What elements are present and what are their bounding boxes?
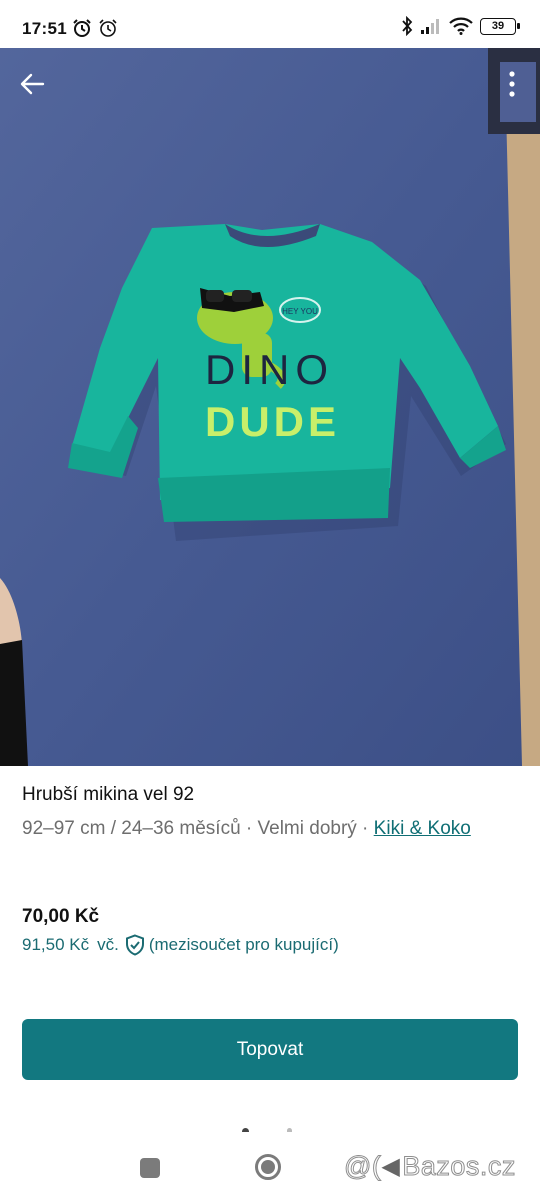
- item-title: Hrubší mikina vel 92: [22, 784, 195, 805]
- system-nav-bar: @( ◀ Bazos.cz: [0, 1140, 540, 1200]
- more-options-button[interactable]: [502, 64, 522, 104]
- back-triangle-icon[interactable]: ◀: [381, 1152, 400, 1181]
- item-size-condition: 92–97 cm / 24–36 měsíců · Velmi dobrý ·: [22, 818, 374, 839]
- status-time: 17:51: [22, 19, 67, 38]
- print-bubble-text: HEY YOU: [282, 307, 318, 316]
- arrow-left-icon: [20, 73, 45, 95]
- bump-button[interactable]: Topovat: [22, 1019, 518, 1080]
- recents-button[interactable]: [140, 1158, 160, 1178]
- buyer-price-note: (mezisoučet pro kupující): [148, 935, 339, 954]
- more-vert-icon: [509, 71, 515, 97]
- page-indicator: [242, 1128, 292, 1132]
- alarm-icon: [99, 19, 117, 37]
- print-text-top: DINO: [205, 346, 334, 393]
- battery-level: 39: [491, 19, 505, 32]
- home-button[interactable]: [255, 1154, 281, 1180]
- listing-info: Hrubší mikina vel 92 92–97 cm / 24–36 mě…: [22, 782, 518, 844]
- bazos-watermark: @( ◀ Bazos.cz: [343, 1151, 516, 1182]
- signal-icon: [421, 19, 439, 34]
- bluetooth-icon: [402, 16, 413, 36]
- buyer-price-suffix: vč.: [97, 935, 119, 954]
- status-bar: 17:51 39: [0, 0, 540, 48]
- listing-photo[interactable]: HEY YOU DINO DUDE: [0, 48, 540, 766]
- buyer-price: 91,50 Kč: [22, 935, 90, 954]
- wifi-icon: [449, 17, 473, 35]
- status-left-icons: [72, 18, 118, 38]
- page-dot: [242, 1128, 249, 1132]
- sweatshirt-photo: HEY YOU DINO DUDE: [0, 48, 540, 766]
- print-text-bottom: DUDE: [205, 398, 340, 445]
- status-right-icons: 39: [401, 16, 520, 36]
- page-dot: [287, 1128, 292, 1132]
- at-symbol-icon: @(: [343, 1151, 382, 1182]
- buyer-price-row[interactable]: 91,50 Kč vč. (mezisoučet pro kupující): [22, 934, 339, 956]
- watermark-text: Bazos.cz: [402, 1151, 516, 1182]
- brand-link[interactable]: Kiki & Koko: [374, 818, 471, 839]
- back-button[interactable]: [14, 66, 50, 102]
- item-price: 70,00 Kč: [22, 906, 100, 927]
- alarm-icon: [73, 19, 91, 37]
- item-meta: 92–97 cm / 24–36 měsíců · Velmi dobrý · …: [22, 814, 518, 844]
- shield-check-icon: [125, 934, 144, 956]
- battery-icon: 39: [480, 17, 520, 35]
